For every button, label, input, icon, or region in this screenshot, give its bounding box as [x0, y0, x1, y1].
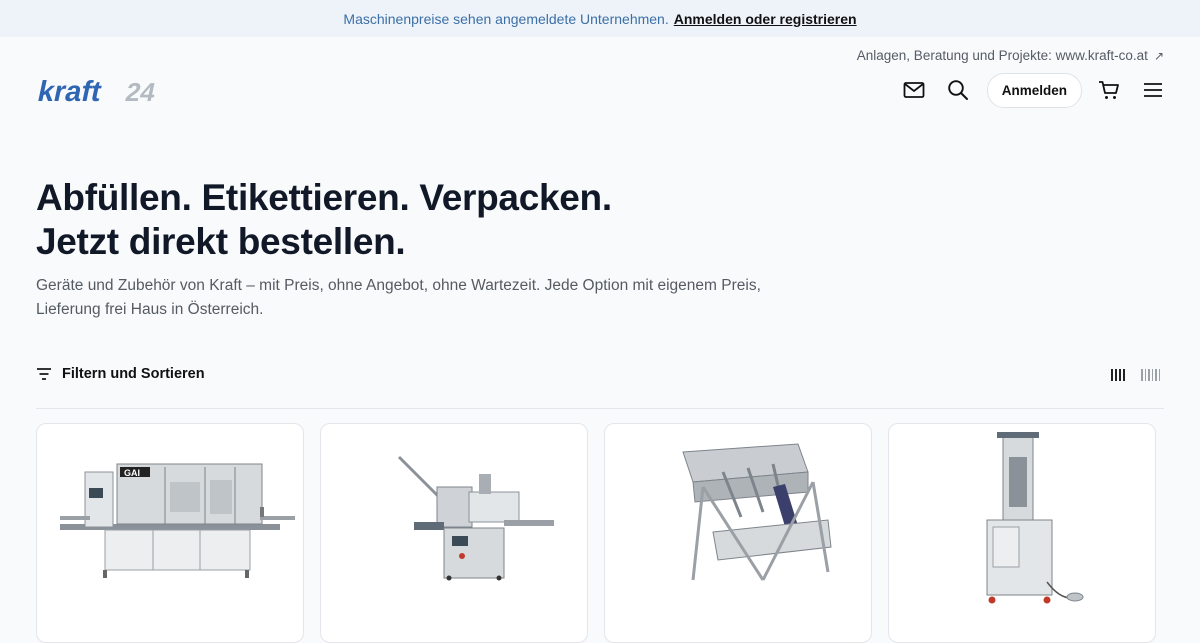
- filter-icon: [37, 368, 51, 380]
- title-line-2: Jetzt direkt bestellen.: [36, 221, 406, 262]
- kraft24-logo[interactable]: kraft 24: [36, 74, 168, 106]
- logo-text-24: 24: [123, 77, 159, 106]
- toolbar-divider: [36, 408, 1164, 409]
- login-button[interactable]: Anmelden: [986, 72, 1082, 108]
- menu-icon[interactable]: [1136, 73, 1170, 107]
- logo-text-kraft: kraft: [36, 75, 105, 106]
- page-subtitle: Geräte und Zubehör von Kraft – mit Preis…: [36, 277, 761, 318]
- product-image-labeling-machine: [397, 455, 554, 581]
- search-icon[interactable]: [941, 73, 975, 107]
- product-image-manual-filler: [682, 443, 832, 581]
- product-card[interactable]: GAI: [36, 423, 304, 643]
- product-brand-text: GAI: [124, 468, 140, 478]
- login-register-link[interactable]: Anmelden oder registrieren: [674, 11, 857, 27]
- product-card[interactable]: [888, 423, 1156, 643]
- filter-sort-button[interactable]: Filtern und Sortieren: [36, 366, 205, 382]
- product-image-vertical-filler: [986, 432, 1084, 604]
- mail-icon[interactable]: [897, 73, 931, 107]
- external-link[interactable]: Anlagen, Beratung und Projekte: www.kraf…: [857, 48, 1164, 63]
- title-line-1: Abfüllen. Etikettieren. Verpacken.: [36, 177, 612, 218]
- filter-sort-label: Filtern und Sortieren: [62, 366, 205, 382]
- grid-view-6-icon[interactable]: [1141, 369, 1160, 381]
- cart-icon[interactable]: [1092, 73, 1126, 107]
- product-card[interactable]: [320, 423, 588, 643]
- announcement-text: Maschinenpreise sehen angemeldete Untern…: [343, 10, 669, 27]
- view-toggles: [1111, 369, 1160, 381]
- header-actions: Anmelden: [897, 72, 1170, 108]
- announcement-bar: Maschinenpreise sehen angemeldete Untern…: [0, 0, 1200, 37]
- arrow-up-right-icon: ↗: [1153, 48, 1164, 63]
- product-grid: GAI: [36, 423, 1156, 643]
- external-link-label: Anlagen, Beratung und Projekte: www.kraf…: [856, 48, 1148, 63]
- product-image-rotary-filler: GAI: [60, 463, 295, 578]
- grid-view-4-icon[interactable]: [1111, 369, 1125, 381]
- page-title: Abfüllen. Etikettieren. Verpacken. Jetzt…: [36, 176, 612, 264]
- product-card[interactable]: [604, 423, 872, 643]
